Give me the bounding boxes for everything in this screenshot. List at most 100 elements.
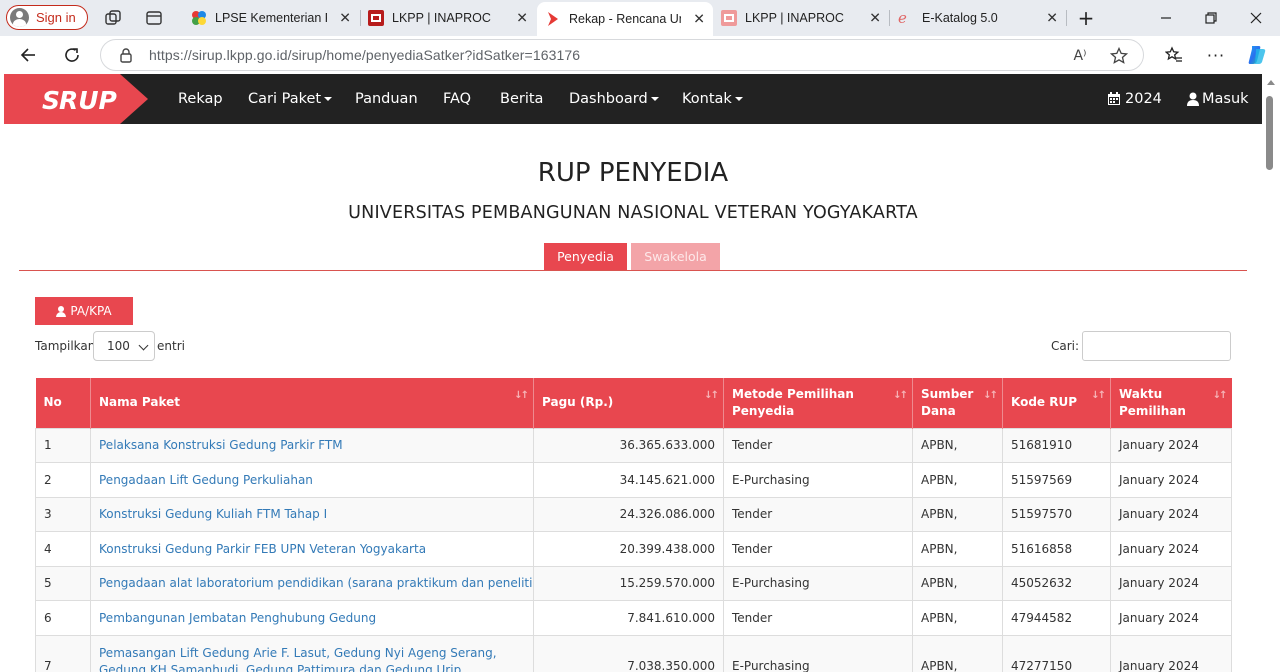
- workspaces-icon[interactable]: [103, 8, 123, 28]
- nav-kontak[interactable]: Kontak: [682, 74, 743, 124]
- cell-kode: 51597569: [1002, 462, 1111, 498]
- close-tab-icon[interactable]: ✕: [339, 10, 351, 27]
- search-input[interactable]: [1082, 331, 1231, 361]
- nav-label: Kontak: [682, 91, 732, 107]
- paket-link[interactable]: Konstruksi Gedung Parkir FEB UPN Veteran…: [90, 531, 534, 567]
- cell-no: 4: [35, 531, 91, 567]
- browser-tab-ekatalog[interactable]: e E-Katalog 5.0 ✕: [890, 4, 1066, 32]
- copilot-icon[interactable]: [1245, 43, 1269, 67]
- calendar-icon: [1108, 92, 1120, 105]
- close-tab-icon[interactable]: ✕: [1046, 10, 1058, 27]
- tab-divider: [1066, 10, 1067, 26]
- paket-link[interactable]: Pengadaan alat laboratorium pendidikan (…: [90, 565, 534, 601]
- browser-tab-rekap-active[interactable]: Rekap - Rencana Umu ✕: [537, 2, 713, 36]
- nav-berita[interactable]: Berita: [500, 74, 543, 124]
- sign-in-button[interactable]: Sign in: [6, 5, 88, 30]
- header-kode-rup[interactable]: Kode RUP ↓↑: [1002, 378, 1111, 428]
- url-text: https://sirup.lkpp.go.id/sirup/home/peny…: [149, 47, 581, 63]
- more-options-icon[interactable]: ···: [1204, 43, 1228, 67]
- tab-title: LPSE Kementerian Per: [215, 11, 327, 25]
- read-aloud-icon[interactable]: A⁾: [1070, 46, 1090, 66]
- sign-in-label: Sign in: [36, 10, 76, 25]
- tab-title: LKPP | INAPROC: [745, 11, 844, 25]
- header-waktu[interactable]: Waktu Pemilihan ↓↑: [1110, 378, 1232, 428]
- nav-dashboard[interactable]: Dashboard: [569, 74, 659, 124]
- header-label: Metode Pemilihan Penyedia: [732, 386, 854, 418]
- sort-icon: ↓↑: [704, 390, 719, 401]
- tab-title: E-Katalog 5.0: [922, 11, 998, 25]
- header-nama-paket[interactable]: Nama Paket ↓↑: [90, 378, 534, 428]
- web-page: S RUP Rekap Cari Paket Panduan FAQ Berit…: [4, 74, 1262, 672]
- cell-no: 7: [35, 634, 91, 672]
- nav-rekap[interactable]: Rekap: [178, 74, 223, 124]
- paket-link[interactable]: Pemasangan Lift Gedung Arie F. Lasut, Ge…: [90, 634, 534, 672]
- header-label: Pagu (Rp.): [542, 395, 614, 410]
- tab-actions-icon[interactable]: [144, 8, 164, 28]
- header-metode[interactable]: Metode Pemilihan Penyedia ↓↑: [723, 378, 913, 428]
- user-icon: [1187, 92, 1199, 106]
- entries-per-page-select[interactable]: 100: [93, 331, 155, 361]
- pa-kpa-button[interactable]: PA/KPA: [35, 297, 133, 325]
- entries-label: entri: [157, 339, 185, 353]
- url-field[interactable]: https://sirup.lkpp.go.id/sirup/home/peny…: [100, 39, 1144, 71]
- nav-panduan[interactable]: Panduan: [355, 74, 418, 124]
- cell-no: 6: [35, 600, 91, 636]
- favorites-icon[interactable]: [1162, 43, 1186, 67]
- restore-icon[interactable]: [1199, 6, 1223, 30]
- paket-link[interactable]: Konstruksi Gedung Kuliah FTM Tahap I: [90, 496, 534, 532]
- nav-label: Berita: [500, 91, 544, 107]
- new-tab-icon[interactable]: +: [1074, 6, 1098, 30]
- close-tab-icon[interactable]: ✕: [693, 11, 705, 28]
- browser-tab-lkpp-1[interactable]: LKPP | INAPROC ✕: [360, 4, 536, 32]
- header-no[interactable]: No: [35, 378, 91, 428]
- cell-pagu: 15.259.570.000: [533, 565, 724, 601]
- back-icon[interactable]: [16, 43, 40, 67]
- header-label: Sumber Dana: [921, 386, 974, 418]
- cell-metode: E-Purchasing: [723, 634, 913, 672]
- cell-pagu: 34.145.621.000: [533, 462, 724, 498]
- sirup-favicon-icon: [548, 12, 558, 26]
- cell-sumber: APBN,: [912, 462, 1003, 498]
- tab-divider-line: [19, 270, 1247, 271]
- cell-no: 3: [35, 496, 91, 532]
- minimize-icon[interactable]: [1154, 6, 1178, 30]
- login-button[interactable]: Masuk: [1187, 74, 1249, 124]
- cell-metode: Tender: [723, 531, 913, 567]
- header-sumber-dana[interactable]: Sumber Dana ↓↑: [912, 378, 1003, 428]
- nav-faq[interactable]: FAQ: [443, 74, 471, 124]
- page-scrollbar[interactable]: [1262, 74, 1280, 672]
- favorite-star-icon[interactable]: [1109, 46, 1129, 66]
- tab-penyedia[interactable]: Penyedia: [544, 243, 627, 270]
- cell-kode: 51616858: [1002, 531, 1111, 567]
- close-tab-icon[interactable]: ✕: [516, 10, 528, 27]
- scroll-up-icon[interactable]: [1267, 80, 1275, 85]
- table-row: 4 Konstruksi Gedung Parkir FEB UPN Veter…: [35, 531, 1232, 567]
- close-window-icon[interactable]: [1244, 6, 1268, 30]
- cell-waktu: January 2024: [1110, 600, 1232, 636]
- paket-link[interactable]: Pembangunan Jembatan Penghubung Gedung: [90, 600, 534, 636]
- nav-cari-paket[interactable]: Cari Paket: [248, 74, 333, 124]
- paket-link[interactable]: Pengadaan Lift Gedung Perkuliahan: [90, 462, 534, 498]
- sirup-logo[interactable]: S RUP: [4, 74, 150, 124]
- lpse-favicon-icon: [192, 11, 206, 25]
- close-tab-icon[interactable]: ✕: [869, 10, 881, 27]
- table-row: 7 Pemasangan Lift Gedung Arie F. Lasut, …: [35, 634, 1232, 672]
- nav-label: Dashboard: [569, 91, 648, 107]
- cell-sumber: APBN,: [912, 565, 1003, 601]
- paket-link[interactable]: Pelaksana Konstruksi Gedung Parkir FTM: [90, 427, 534, 463]
- cell-metode: E-Purchasing: [723, 565, 913, 601]
- login-label: Masuk: [1202, 91, 1249, 107]
- refresh-icon[interactable]: [60, 43, 84, 67]
- cell-waktu: January 2024: [1110, 565, 1232, 601]
- user-icon: [56, 305, 67, 317]
- header-label: Kode RUP: [1011, 395, 1078, 410]
- scrollbar-thumb[interactable]: [1266, 96, 1273, 170]
- cell-kode: 47277150: [1002, 634, 1111, 672]
- header-pagu[interactable]: Pagu (Rp.) ↓↑: [533, 378, 724, 428]
- year-selector[interactable]: 2024: [1107, 74, 1162, 124]
- browser-tab-lpse[interactable]: LPSE Kementerian Per ✕: [183, 4, 359, 32]
- tab-swakelola[interactable]: Swakelola: [631, 243, 720, 270]
- header-label: Nama Paket: [99, 395, 181, 410]
- cell-pagu: 20.399.438.000: [533, 531, 724, 567]
- browser-tab-lkpp-2[interactable]: LKPP | INAPROC ✕: [713, 4, 889, 32]
